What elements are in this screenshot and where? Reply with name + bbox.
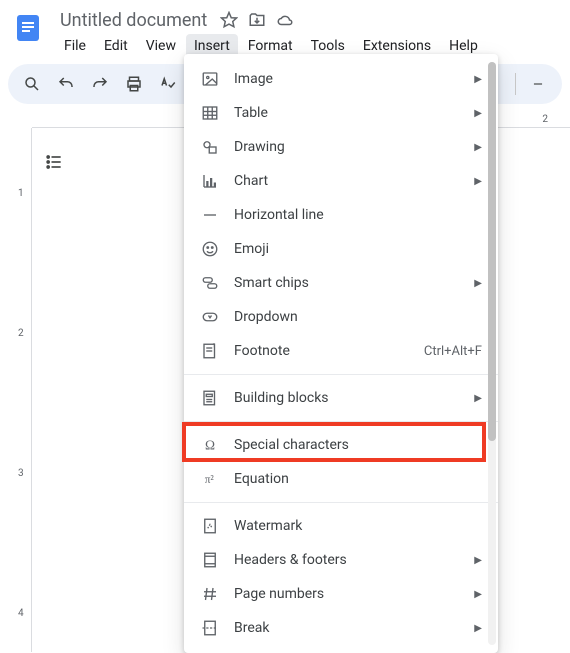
menu-divider (184, 421, 498, 422)
chevron-right-icon: ▶ (474, 278, 482, 289)
menu-item-label: Special characters (234, 437, 482, 453)
menu-item-hr[interactable]: Horizontal line (184, 198, 498, 232)
menu-item-label: Smart chips (234, 275, 474, 291)
undo-button[interactable] (50, 68, 82, 100)
menubar-item-file[interactable]: File (56, 34, 94, 58)
menu-item-label: Page numbers (234, 586, 474, 602)
chevron-right-icon: ▶ (474, 108, 482, 119)
svg-text:1: 1 (212, 342, 215, 349)
chevron-right-icon: ▶ (474, 623, 482, 634)
menu-item-table[interactable]: Table▶ (184, 96, 498, 130)
svg-text:Ω: Ω (205, 438, 215, 453)
headerfooter-icon (200, 550, 220, 570)
ruler-h-tick: 2 (542, 114, 548, 125)
menu-divider (184, 502, 498, 503)
menu-item-watermark[interactable]: Watermark (184, 509, 498, 543)
ruler-v-tick: 2 (18, 328, 24, 339)
chevron-right-icon: ▶ (474, 589, 482, 600)
footnote-icon: 1 (200, 341, 220, 361)
menu-item-label: Table (234, 105, 474, 121)
chart-icon (200, 171, 220, 191)
menu-item-label: Equation (234, 471, 482, 487)
header: Untitled document FileEditViewInsertForm… (0, 0, 570, 58)
blocks-icon (200, 388, 220, 408)
toolbar-separator (515, 73, 516, 95)
menu-item-label: Headers & footers (234, 552, 474, 568)
document-outline-button[interactable] (36, 144, 72, 180)
menu-item-dropdown[interactable]: Dropdown (184, 300, 498, 334)
hash-icon (200, 584, 220, 604)
spellcheck-button[interactable] (152, 68, 184, 100)
menu-item-label: Footnote (234, 343, 424, 359)
title-area: Untitled document FileEditViewInsertForm… (56, 8, 486, 58)
chips-icon (200, 273, 220, 293)
menu-item-smartchips[interactable]: Smart chips▶ (184, 266, 498, 300)
menu-divider (184, 374, 498, 375)
vertical-ruler[interactable]: 1 2 3 4 (16, 128, 32, 652)
watermark-icon (200, 516, 220, 536)
image-icon (200, 69, 220, 89)
menu-item-label: Chart (234, 173, 474, 189)
menu-item-headersfooters[interactable]: Headers & footers▶ (184, 543, 498, 577)
search-menus-button[interactable] (16, 68, 48, 100)
menu-item-label: Break (234, 620, 474, 636)
menu-item-chart[interactable]: Chart▶ (184, 164, 498, 198)
omega-icon: Ω (200, 435, 220, 455)
hide-menus-button[interactable] (522, 68, 554, 100)
menu-item-label: Drawing (234, 139, 474, 155)
menubar-item-view[interactable]: View (138, 34, 184, 58)
document-title[interactable]: Untitled document (56, 10, 211, 31)
ruler-v-tick: 3 (18, 468, 24, 479)
menu-item-break[interactable]: Break▶ (184, 611, 498, 645)
menu-item-emoji[interactable]: Emoji (184, 232, 498, 266)
menu-item-label: Image (234, 71, 474, 87)
menu-item-label: Emoji (234, 241, 482, 257)
menu-item-footnote[interactable]: 1 FootnoteCtrl+Alt+F (184, 334, 498, 368)
dropdown-icon (200, 307, 220, 327)
minus-icon (200, 205, 220, 225)
insert-menu: Image▶Table▶Drawing▶Chart▶Horizontal lin… (184, 54, 498, 653)
pi-icon: π² (200, 469, 220, 489)
chevron-right-icon: ▶ (474, 142, 482, 153)
menu-item-label: Building blocks (234, 390, 474, 406)
menu-item-equation[interactable]: π² Equation (184, 462, 498, 496)
menu-item-label: Dropdown (234, 309, 482, 325)
star-icon[interactable] (219, 10, 239, 30)
chevron-right-icon: ▶ (474, 74, 482, 85)
menu-item-label: Horizontal line (234, 207, 482, 223)
menu-item-label: Watermark (234, 518, 482, 534)
chevron-right-icon: ▶ (474, 555, 482, 566)
ruler-v-tick: 1 (18, 188, 24, 199)
docs-logo[interactable] (8, 8, 48, 48)
drawing-icon (200, 137, 220, 157)
menu-item-image[interactable]: Image▶ (184, 62, 498, 96)
chevron-right-icon: ▶ (474, 176, 482, 187)
menu-item-shortcut: Ctrl+Alt+F (424, 344, 482, 359)
table-icon (200, 103, 220, 123)
menu-item-specialchars[interactable]: Ω Special characters (184, 428, 498, 462)
redo-button[interactable] (84, 68, 116, 100)
svg-text:π²: π² (205, 474, 215, 486)
menu-item-pagenumbers[interactable]: Page numbers▶ (184, 577, 498, 611)
cloud-status-icon[interactable] (275, 10, 295, 30)
emoji-icon (200, 239, 220, 259)
menu-item-drawing[interactable]: Drawing▶ (184, 130, 498, 164)
title-row: Untitled document (56, 8, 486, 32)
chevron-right-icon: ▶ (474, 393, 482, 404)
menubar-item-edit[interactable]: Edit (96, 34, 136, 58)
break-icon (200, 618, 220, 638)
print-button[interactable] (118, 68, 150, 100)
move-icon[interactable] (247, 10, 267, 30)
ruler-v-tick: 4 (18, 608, 24, 619)
menu-item-buildingblocks[interactable]: Building blocks▶ (184, 381, 498, 415)
